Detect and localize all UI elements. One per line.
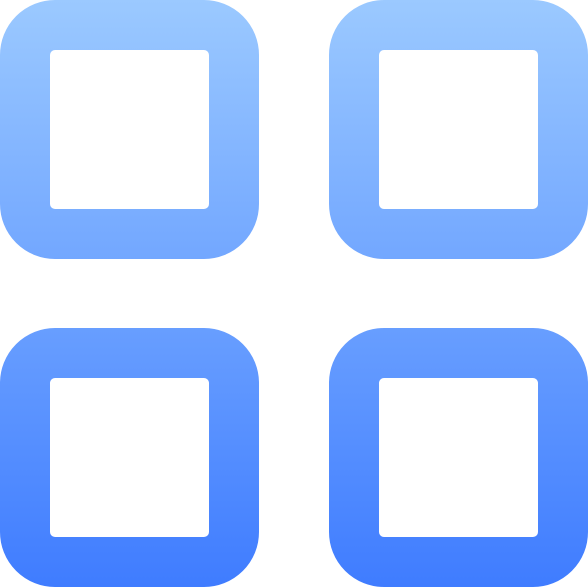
- grid-tile-top-left: [0, 0, 259, 259]
- grid-tile-bottom-left: [0, 328, 259, 587]
- grid-tile-top-right: [329, 0, 588, 259]
- apps-grid-canvas: [0, 0, 588, 588]
- apps-grid-icon: [0, 0, 588, 587]
- grid-tile-bottom-right: [329, 328, 588, 587]
